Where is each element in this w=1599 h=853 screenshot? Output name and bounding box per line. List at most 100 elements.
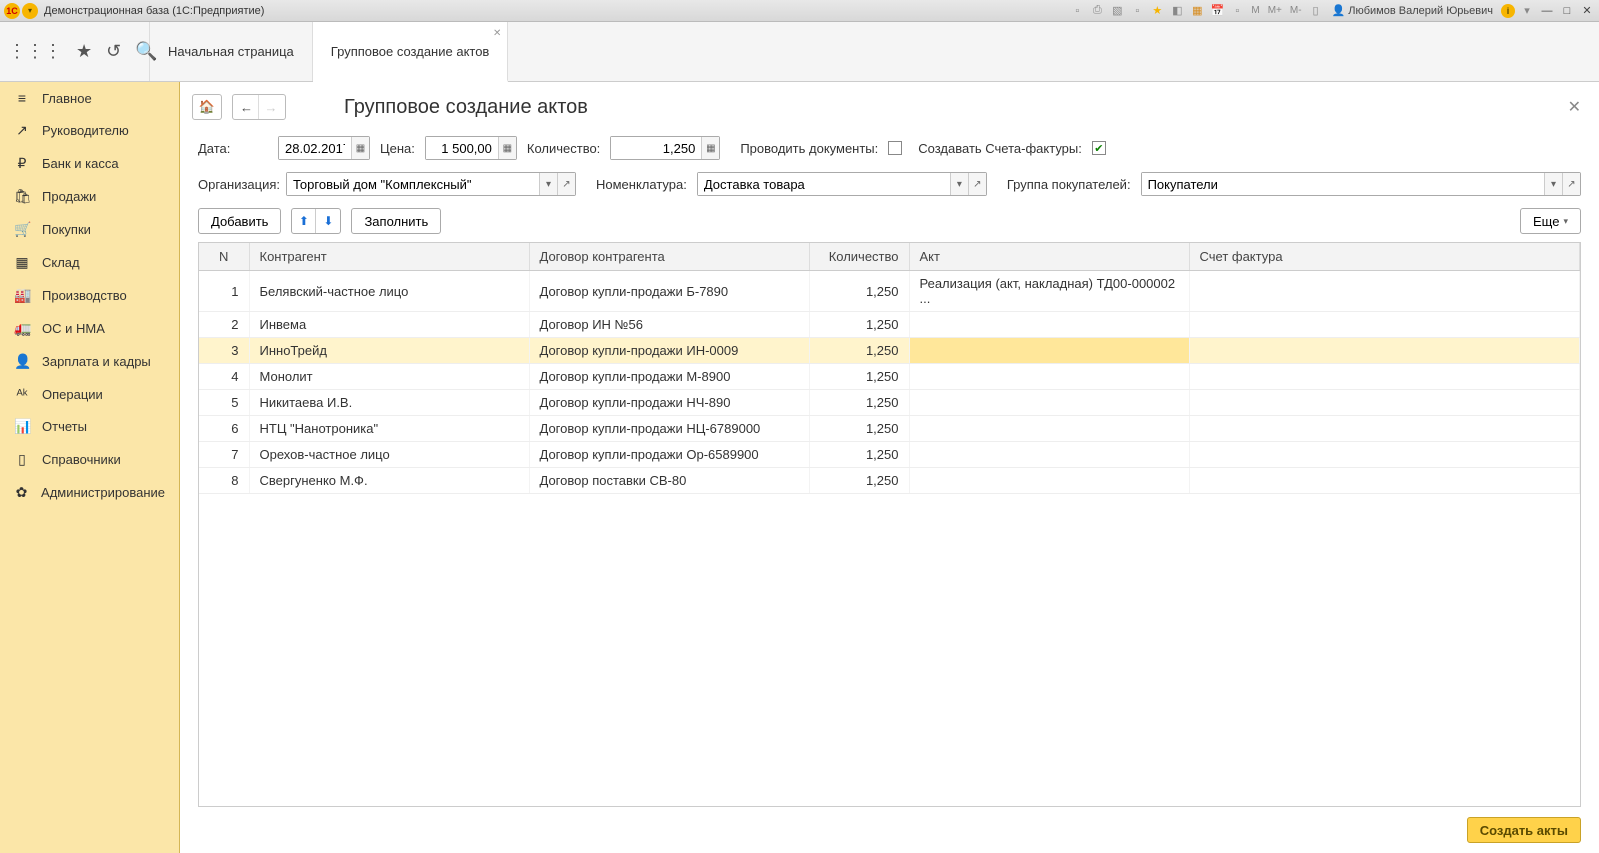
sidebar-item-4[interactable]: 🛒Покупки [0, 213, 179, 246]
layout-icon[interactable]: ▯ [1308, 3, 1324, 19]
create-acts-button[interactable]: Создать акты [1467, 817, 1581, 843]
date-picker-icon[interactable]: ▦ [351, 137, 369, 159]
favorite-icon[interactable]: ★ [1149, 3, 1165, 19]
cell-invoice [1189, 390, 1580, 416]
memory-m-plus[interactable]: M+ [1266, 5, 1284, 16]
sidebar-item-7[interactable]: 🚛ОС и НМА [0, 312, 179, 345]
cell-invoice [1189, 271, 1580, 312]
table-row[interactable]: 1Белявский-частное лицоДоговор купли-про… [199, 271, 1580, 312]
sidebar-label: Администрирование [41, 485, 165, 500]
create-invoice-checkbox[interactable] [1092, 141, 1106, 155]
sidebar-icon: 🚛 [14, 320, 30, 337]
post-docs-label: Проводить документы: [740, 141, 878, 156]
move-down-button[interactable]: ⬇ [316, 209, 340, 233]
qty-input[interactable] [611, 137, 701, 159]
forward-button[interactable]: → [259, 95, 283, 119]
toolbar-icon-3[interactable]: ▧ [1109, 3, 1125, 19]
nomen-input[interactable] [698, 173, 950, 195]
info-dropdown-icon[interactable]: ▾ [1519, 3, 1535, 19]
sidebar-item-12[interactable]: ✿Администрирование [0, 476, 179, 509]
col-counterparty-header[interactable]: Контрагент [249, 243, 529, 271]
toolbar-icon-4[interactable]: ▫ [1129, 3, 1145, 19]
calendar-icon[interactable]: 📅 [1209, 3, 1225, 19]
toolbar-icon-9[interactable]: ▫ [1229, 3, 1245, 19]
sidebar-item-0[interactable]: ≡ Главное [0, 82, 179, 114]
group-input[interactable] [1142, 173, 1544, 195]
calculator-icon[interactable]: ▦ [1189, 3, 1205, 19]
col-contract-header[interactable]: Договор контрагента [529, 243, 809, 271]
move-up-button[interactable]: ⬆ [292, 209, 316, 233]
sidebar-item-9[interactable]: ᴬᵏОперации [0, 378, 179, 410]
sidebar-label: Отчеты [42, 419, 87, 434]
sidebar-item-10[interactable]: 📊Отчеты [0, 410, 179, 443]
sidebar-item-11[interactable]: ▯Справочники [0, 443, 179, 476]
tab-start-page[interactable]: Начальная страница [150, 22, 313, 81]
table-row[interactable]: 8Свергуненко М.Ф.Договор поставки СВ-801… [199, 468, 1580, 494]
nomen-open-icon[interactable]: ↗ [968, 173, 986, 195]
price-calc-icon[interactable]: ▦ [498, 137, 516, 159]
cell-invoice [1189, 416, 1580, 442]
sidebar-item-2[interactable]: ₽Банк и касса [0, 147, 179, 180]
back-button[interactable]: ← [235, 95, 259, 119]
print-icon[interactable]: ⎙ [1089, 3, 1105, 19]
home-button[interactable]: 🏠 [192, 94, 222, 120]
group-dropdown-icon[interactable]: ▾ [1544, 173, 1562, 195]
close-window-button[interactable]: ✕ [1579, 4, 1595, 18]
sidebar-item-6[interactable]: 🏭Производство [0, 279, 179, 312]
toolbar-icon-1[interactable]: ▫ [1069, 3, 1085, 19]
table-row[interactable]: 7Орехов-частное лицоДоговор купли-продаж… [199, 442, 1580, 468]
tab-close-icon[interactable]: ✕ [493, 28, 501, 39]
col-act-header[interactable]: Акт [909, 243, 1189, 271]
maximize-button[interactable]: □ [1559, 4, 1575, 18]
post-docs-checkbox[interactable] [888, 141, 902, 155]
sidebar-item-8[interactable]: 👤Зарплата и кадры [0, 345, 179, 378]
table-row[interactable]: 2ИнвемаДоговор ИН №561,250 [199, 312, 1580, 338]
col-invoice-header[interactable]: Счет фактура [1189, 243, 1580, 271]
sidebar-label: Производство [42, 288, 127, 303]
col-qty-header[interactable]: Количество [809, 243, 909, 271]
sidebar-item-1[interactable]: ↗Руководителю [0, 114, 179, 147]
nomen-dropdown-icon[interactable]: ▾ [950, 173, 968, 195]
app-menu-dropdown[interactable]: ▾ [22, 3, 38, 19]
cell-counterparty: Белявский-частное лицо [249, 271, 529, 312]
table-row[interactable]: 4МонолитДоговор купли-продажи М-89001,25… [199, 364, 1580, 390]
table-row[interactable]: 6НТЦ "Нанотроника"Договор купли-продажи … [199, 416, 1580, 442]
history-icon[interactable]: ↺ [106, 41, 121, 62]
info-icon[interactable]: i [1501, 4, 1515, 18]
memory-m[interactable]: M [1249, 5, 1261, 16]
user-label[interactable]: 👤Любимов Валерий Юрьевич [1332, 4, 1493, 17]
sidebar-item-5[interactable]: ▦Склад [0, 246, 179, 279]
toolbar-icon-6[interactable]: ◧ [1169, 3, 1185, 19]
cell-counterparty: Орехов-частное лицо [249, 442, 529, 468]
memory-m-minus[interactable]: M- [1288, 5, 1304, 16]
table-row[interactable]: 3ИнноТрейдДоговор купли-продажи ИН-00091… [199, 338, 1580, 364]
app-logo-icon: 1C [4, 3, 20, 19]
star-icon[interactable]: ★ [76, 41, 92, 62]
qty-calc-icon[interactable]: ▦ [701, 137, 719, 159]
org-label: Организация: [198, 177, 276, 192]
apps-icon[interactable]: ⋮⋮⋮ [8, 41, 62, 62]
fill-button[interactable]: Заполнить [351, 208, 441, 234]
cell-act [909, 312, 1189, 338]
user-icon: 👤 [1332, 4, 1346, 17]
org-dropdown-icon[interactable]: ▾ [539, 173, 557, 195]
cell-contract: Договор купли-продажи М-8900 [529, 364, 809, 390]
sidebar-label: Главное [42, 91, 92, 106]
sidebar-item-3[interactable]: 🛍Продажи [0, 180, 179, 213]
page-close-button[interactable]: ✕ [1568, 97, 1581, 117]
cell-act [909, 338, 1189, 364]
sidebar-icon: ≡ [14, 90, 30, 106]
minimize-button[interactable]: — [1539, 4, 1555, 18]
col-n-header[interactable]: N [199, 243, 249, 271]
tab-group-acts[interactable]: Групповое создание актов ✕ [313, 22, 509, 82]
org-open-icon[interactable]: ↗ [557, 173, 575, 195]
cell-n: 4 [199, 364, 249, 390]
price-input[interactable] [426, 137, 498, 159]
more-button[interactable]: Еще [1520, 208, 1581, 234]
table-row[interactable]: 5Никитаева И.В.Договор купли-продажи НЧ-… [199, 390, 1580, 416]
org-input[interactable] [287, 173, 539, 195]
date-input[interactable] [279, 137, 351, 159]
add-button[interactable]: Добавить [198, 208, 281, 234]
cell-qty: 1,250 [809, 312, 909, 338]
group-open-icon[interactable]: ↗ [1562, 173, 1580, 195]
